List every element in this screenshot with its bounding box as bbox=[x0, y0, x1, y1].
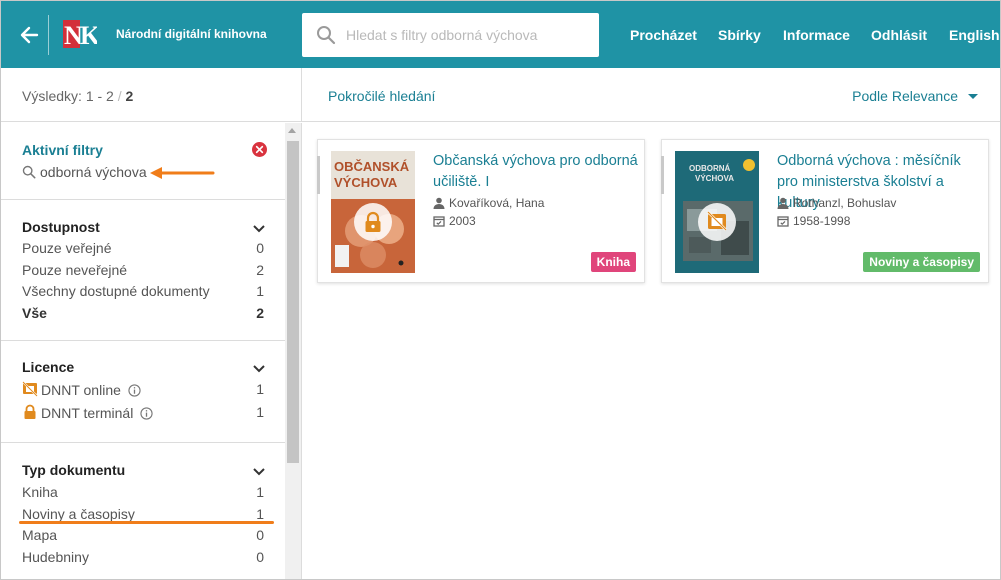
doctype-title: Typ dokumentu bbox=[22, 462, 126, 478]
document-title[interactable]: Občanská výchova pro odborná učiliště. I bbox=[433, 151, 638, 193]
info-icon[interactable] bbox=[128, 384, 141, 397]
dnnt-online-icon bbox=[22, 381, 38, 397]
filter-private-only[interactable]: Pouze neveřejné 2 bbox=[22, 262, 264, 282]
svg-text:VÝCHOVA: VÝCHOVA bbox=[334, 175, 398, 190]
brand-name[interactable]: Národní digitální knihovna bbox=[116, 27, 267, 41]
svg-text:VÝCHOVA: VÝCHOVA bbox=[695, 174, 734, 183]
nav-english[interactable]: English bbox=[949, 27, 1000, 43]
search-icon bbox=[317, 26, 336, 45]
filter-public-only[interactable]: Pouze veřejné 0 bbox=[22, 240, 264, 260]
card-marker bbox=[317, 156, 320, 194]
search-box[interactable] bbox=[302, 13, 599, 57]
doctype-panel: Typ dokumentu Kniha 1 Noviny a časopisy 1 … bbox=[1, 443, 285, 579]
lock-overlay bbox=[354, 203, 392, 241]
active-filters-panel: Aktivní filtry odborná výchova bbox=[1, 123, 285, 200]
caret-down-icon bbox=[968, 94, 978, 99]
remove-filters-icon[interactable] bbox=[252, 142, 267, 157]
search-input[interactable] bbox=[346, 23, 586, 47]
search-icon bbox=[22, 165, 36, 179]
doctype-badge: Kniha bbox=[590, 252, 636, 272]
scrollbar-thumb[interactable] bbox=[287, 141, 299, 463]
license-panel: Licence DNNT online 1 DNNT terminál 1 bbox=[1, 341, 285, 443]
back-arrow-icon[interactable] bbox=[15, 21, 43, 49]
card-marker bbox=[661, 156, 664, 194]
info-icon[interactable] bbox=[140, 407, 153, 420]
document-author: Rothanzl, Bohuslav bbox=[777, 196, 896, 210]
nav-information[interactable]: Informace bbox=[783, 27, 850, 43]
document-card[interactable]: ODBORNÁ VÝCHOVA Odborná výchova : měsíčn… bbox=[661, 139, 989, 283]
results-count: Výsledky: 1 - 2 / 2 bbox=[22, 88, 134, 104]
scroll-up-arrow-icon[interactable] bbox=[288, 128, 296, 133]
doctype-badge: Noviny a časopisy bbox=[863, 252, 980, 272]
filter-map[interactable]: Mapa 0 bbox=[22, 527, 264, 547]
availability-panel: Dostupnost Pouze veřejné 0 Pouze neveřejn… bbox=[1, 200, 285, 341]
results-bar: Výsledky: 1 - 2 / 2 bbox=[1, 68, 302, 122]
lock-icon bbox=[24, 404, 36, 419]
svg-text:ODBORNÁ: ODBORNÁ bbox=[689, 164, 731, 173]
active-filter-query[interactable]: odborná výchova bbox=[22, 164, 147, 180]
advanced-search-link[interactable]: Pokročilé hledání bbox=[328, 88, 435, 104]
filter-book[interactable]: Kniha 1 bbox=[22, 484, 264, 504]
document-date: 1958-1998 bbox=[777, 214, 850, 228]
filter-sheet-music[interactable]: Hudebniny 0 bbox=[22, 549, 264, 569]
chevron-down-icon[interactable] bbox=[252, 224, 266, 234]
document-author: Kovaříková, Hana bbox=[433, 196, 544, 210]
nav-collections[interactable]: Sbírky bbox=[718, 27, 761, 43]
svg-text:K: K bbox=[80, 21, 97, 48]
calendar-icon bbox=[777, 216, 789, 227]
nav-browse[interactable]: Procházet bbox=[630, 27, 697, 43]
person-icon bbox=[433, 197, 445, 209]
toolbar: Pokročilé hledání Podle Relevance bbox=[302, 68, 1000, 122]
calendar-icon bbox=[433, 216, 445, 227]
filter-periodicals[interactable]: Noviny a časopisy 1 bbox=[22, 506, 264, 526]
license-title: Licence bbox=[22, 359, 75, 375]
filter-all[interactable]: Vše 2 bbox=[22, 305, 264, 325]
filter-dnnt-online[interactable]: DNNT online 1 bbox=[22, 381, 264, 401]
periodical-cover-thumbnail[interactable]: ODBORNÁ VÝCHOVA bbox=[675, 151, 759, 273]
person-icon bbox=[777, 197, 789, 209]
nav-logout[interactable]: Odhlásit bbox=[871, 27, 927, 43]
chevron-down-icon[interactable] bbox=[252, 467, 266, 477]
dnnt-online-overlay bbox=[698, 203, 736, 241]
chevron-down-icon[interactable] bbox=[252, 364, 266, 374]
book-cover-thumbnail[interactable]: OBČANSKÁ VÝCHOVA bbox=[331, 151, 415, 273]
svg-text:OBČANSKÁ: OBČANSKÁ bbox=[334, 159, 410, 174]
filter-all-available[interactable]: Všechny dostupné dokumenty 1 bbox=[22, 283, 264, 303]
nk-logo[interactable]: N K bbox=[63, 20, 101, 50]
active-filters-title: Aktivní filtry bbox=[22, 142, 103, 158]
document-card[interactable]: OBČANSKÁ VÝCHOVA Občanská výchova pro od… bbox=[317, 139, 645, 283]
filter-dnnt-terminal[interactable]: DNNT terminál 1 bbox=[22, 404, 264, 424]
availability-title: Dostupnost bbox=[22, 219, 100, 235]
sort-dropdown[interactable]: Podle Relevance bbox=[852, 88, 978, 104]
document-date: 2003 bbox=[433, 214, 476, 228]
top-bar: N K Národní digitální knihovna Procházet… bbox=[1, 1, 1000, 68]
filter-sidebar: Aktivní filtry odborná výchova Dostupnos… bbox=[1, 123, 302, 579]
app-frame: N K Národní digitální knihovna Procházet… bbox=[0, 0, 1001, 580]
header-divider bbox=[48, 15, 49, 55]
